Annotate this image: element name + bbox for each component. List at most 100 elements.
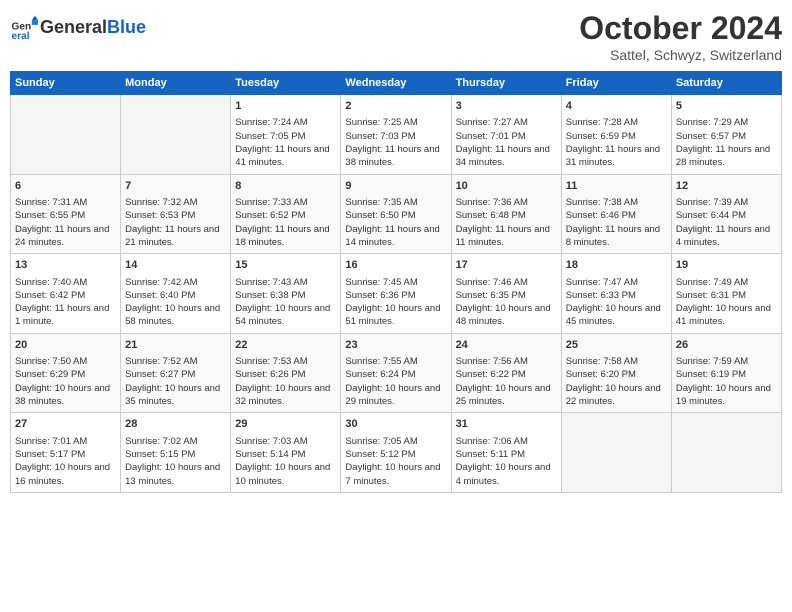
calendar-cell: 17 Sunrise: 7:46 AM Sunset: 6:35 PM Dayli… bbox=[451, 254, 561, 334]
day-info: Sunrise: 7:53 AM Sunset: 6:26 PM Dayligh… bbox=[235, 355, 336, 408]
day-number: 2 bbox=[345, 99, 446, 114]
calendar-cell: 8Sunrise: 7:33 AM Sunset: 6:52 PM Daylig… bbox=[231, 174, 341, 254]
day-info: Sunrise: 7:55 AM Sunset: 6:24 PM Dayligh… bbox=[345, 355, 446, 408]
calendar-table: SundayMondayTuesdayWednesdayThursdayFrid… bbox=[10, 71, 782, 493]
day-number: 17 bbox=[456, 258, 557, 273]
day-info: Sunrise: 7:47 AM Sunset: 6:33 PM Dayligh… bbox=[566, 276, 667, 329]
calendar-cell: 12 Sunrise: 7:39 AM Sunset: 6:44 PM Dayli… bbox=[671, 174, 781, 254]
calendar-cell: 29 Sunrise: 7:03 AM Sunset: 5:14 PM Dayli… bbox=[231, 413, 341, 493]
calendar-cell: 10Sunrise: 7:36 AM Sunset: 6:48 PM Dayli… bbox=[451, 174, 561, 254]
day-number: 19 bbox=[676, 258, 777, 273]
day-number: 18 bbox=[566, 258, 667, 273]
day-info: Sunrise: 7:46 AM Sunset: 6:35 PM Dayligh… bbox=[456, 276, 557, 329]
day-info: Sunrise: 7:36 AM Sunset: 6:48 PM Dayligh… bbox=[456, 196, 557, 249]
calendar-cell: 26Sunrise: 7:59 AM Sunset: 6:19 PM Dayli… bbox=[671, 333, 781, 413]
day-number: 29 bbox=[235, 417, 336, 432]
calendar-cell: 24Sunrise: 7:56 AM Sunset: 6:22 PM Dayli… bbox=[451, 333, 561, 413]
calendar-row: 27 Sunrise: 7:01 AM Sunset: 5:17 PM Dayli… bbox=[11, 413, 782, 493]
day-number: 31 bbox=[456, 417, 557, 432]
day-number: 1 bbox=[235, 99, 336, 114]
header-day: Friday bbox=[561, 72, 671, 95]
month-title: October 2024 bbox=[579, 10, 782, 47]
header-day: Saturday bbox=[671, 72, 781, 95]
day-info: Sunrise: 7:52 AM Sunset: 6:27 PM Dayligh… bbox=[125, 355, 226, 408]
day-info: Sunrise: 7:39 AM Sunset: 6:44 PM Dayligh… bbox=[676, 196, 777, 249]
calendar-cell bbox=[671, 413, 781, 493]
calendar-cell: 7 Sunrise: 7:32 AM Sunset: 6:53 PM Daylig… bbox=[121, 174, 231, 254]
title-block: October 2024 Sattel, Schwyz, Switzerland bbox=[579, 10, 782, 63]
day-info: Sunrise: 7:43 AM Sunset: 6:38 PM Dayligh… bbox=[235, 276, 336, 329]
day-info: Sunrise: 7:27 AM Sunset: 7:01 PM Dayligh… bbox=[456, 116, 557, 169]
day-info: Sunrise: 7:56 AM Sunset: 6:22 PM Dayligh… bbox=[456, 355, 557, 408]
day-number: 28 bbox=[125, 417, 226, 432]
day-number: 6 bbox=[15, 179, 116, 194]
calendar-cell: 5Sunrise: 7:29 AM Sunset: 6:57 PM Daylig… bbox=[671, 95, 781, 175]
calendar-body: 1 Sunrise: 7:24 AM Sunset: 7:05 PM Daylig… bbox=[11, 95, 782, 493]
day-info: Sunrise: 7:40 AM Sunset: 6:42 PM Dayligh… bbox=[15, 276, 116, 329]
day-number: 23 bbox=[345, 338, 446, 353]
header-row: SundayMondayTuesdayWednesdayThursdayFrid… bbox=[11, 72, 782, 95]
day-info: Sunrise: 7:49 AM Sunset: 6:31 PM Dayligh… bbox=[676, 276, 777, 329]
day-info: Sunrise: 7:24 AM Sunset: 7:05 PM Dayligh… bbox=[235, 116, 336, 169]
day-number: 21 bbox=[125, 338, 226, 353]
svg-text:eral: eral bbox=[12, 31, 30, 42]
calendar-cell bbox=[11, 95, 121, 175]
day-number: 26 bbox=[676, 338, 777, 353]
day-number: 7 bbox=[125, 179, 226, 194]
logo-text: GeneralBlue bbox=[40, 18, 146, 38]
day-info: Sunrise: 7:33 AM Sunset: 6:52 PM Dayligh… bbox=[235, 196, 336, 249]
day-number: 5 bbox=[676, 99, 777, 114]
logo-general: General bbox=[40, 17, 107, 37]
header-day: Monday bbox=[121, 72, 231, 95]
day-info: Sunrise: 7:42 AM Sunset: 6:40 PM Dayligh… bbox=[125, 276, 226, 329]
day-info: Sunrise: 7:45 AM Sunset: 6:36 PM Dayligh… bbox=[345, 276, 446, 329]
calendar-cell: 18 Sunrise: 7:47 AM Sunset: 6:33 PM Dayli… bbox=[561, 254, 671, 334]
calendar-cell: 22Sunrise: 7:53 AM Sunset: 6:26 PM Dayli… bbox=[231, 333, 341, 413]
page-header: Gen eral GeneralBlue October 2024 Sattel… bbox=[10, 10, 782, 63]
calendar-cell: 20 Sunrise: 7:50 AM Sunset: 6:29 PM Dayli… bbox=[11, 333, 121, 413]
day-number: 25 bbox=[566, 338, 667, 353]
logo-blue: Blue bbox=[107, 17, 146, 37]
calendar-cell: 16 Sunrise: 7:45 AM Sunset: 6:36 PM Dayli… bbox=[341, 254, 451, 334]
calendar-cell: 3 Sunrise: 7:27 AM Sunset: 7:01 PM Daylig… bbox=[451, 95, 561, 175]
day-number: 13 bbox=[15, 258, 116, 273]
day-info: Sunrise: 7:02 AM Sunset: 5:15 PM Dayligh… bbox=[125, 435, 226, 488]
day-number: 15 bbox=[235, 258, 336, 273]
calendar-row: 20 Sunrise: 7:50 AM Sunset: 6:29 PM Dayli… bbox=[11, 333, 782, 413]
calendar-cell: 27 Sunrise: 7:01 AM Sunset: 5:17 PM Dayli… bbox=[11, 413, 121, 493]
day-number: 16 bbox=[345, 258, 446, 273]
location: Sattel, Schwyz, Switzerland bbox=[579, 47, 782, 63]
day-info: Sunrise: 7:06 AM Sunset: 5:11 PM Dayligh… bbox=[456, 435, 557, 488]
calendar-cell: 2 Sunrise: 7:25 AM Sunset: 7:03 PM Daylig… bbox=[341, 95, 451, 175]
day-number: 12 bbox=[676, 179, 777, 194]
calendar-cell: 14Sunrise: 7:42 AM Sunset: 6:40 PM Dayli… bbox=[121, 254, 231, 334]
day-info: Sunrise: 7:25 AM Sunset: 7:03 PM Dayligh… bbox=[345, 116, 446, 169]
day-number: 11 bbox=[566, 179, 667, 194]
calendar-cell: 1 Sunrise: 7:24 AM Sunset: 7:05 PM Daylig… bbox=[231, 95, 341, 175]
day-number: 3 bbox=[456, 99, 557, 114]
day-info: Sunrise: 7:03 AM Sunset: 5:14 PM Dayligh… bbox=[235, 435, 336, 488]
logo: Gen eral GeneralBlue bbox=[10, 14, 146, 42]
calendar-row: 1 Sunrise: 7:24 AM Sunset: 7:05 PM Daylig… bbox=[11, 95, 782, 175]
day-info: Sunrise: 7:01 AM Sunset: 5:17 PM Dayligh… bbox=[15, 435, 116, 488]
calendar-cell: 6Sunrise: 7:31 AM Sunset: 6:55 PM Daylig… bbox=[11, 174, 121, 254]
calendar-cell: 23 Sunrise: 7:55 AM Sunset: 6:24 PM Dayli… bbox=[341, 333, 451, 413]
day-info: Sunrise: 7:35 AM Sunset: 6:50 PM Dayligh… bbox=[345, 196, 446, 249]
header-day: Tuesday bbox=[231, 72, 341, 95]
day-info: Sunrise: 7:05 AM Sunset: 5:12 PM Dayligh… bbox=[345, 435, 446, 488]
calendar-cell: 15 Sunrise: 7:43 AM Sunset: 6:38 PM Dayli… bbox=[231, 254, 341, 334]
calendar-cell: 21 Sunrise: 7:52 AM Sunset: 6:27 PM Dayli… bbox=[121, 333, 231, 413]
day-number: 4 bbox=[566, 99, 667, 114]
day-info: Sunrise: 7:50 AM Sunset: 6:29 PM Dayligh… bbox=[15, 355, 116, 408]
day-number: 27 bbox=[15, 417, 116, 432]
logo-icon: Gen eral bbox=[10, 14, 38, 42]
day-number: 20 bbox=[15, 338, 116, 353]
calendar-row: 6Sunrise: 7:31 AM Sunset: 6:55 PM Daylig… bbox=[11, 174, 782, 254]
calendar-header: SundayMondayTuesdayWednesdayThursdayFrid… bbox=[11, 72, 782, 95]
day-info: Sunrise: 7:32 AM Sunset: 6:53 PM Dayligh… bbox=[125, 196, 226, 249]
calendar-cell: 25Sunrise: 7:58 AM Sunset: 6:20 PM Dayli… bbox=[561, 333, 671, 413]
calendar-cell: 30 Sunrise: 7:05 AM Sunset: 5:12 PM Dayli… bbox=[341, 413, 451, 493]
day-info: Sunrise: 7:38 AM Sunset: 6:46 PM Dayligh… bbox=[566, 196, 667, 249]
day-number: 30 bbox=[345, 417, 446, 432]
header-day: Sunday bbox=[11, 72, 121, 95]
